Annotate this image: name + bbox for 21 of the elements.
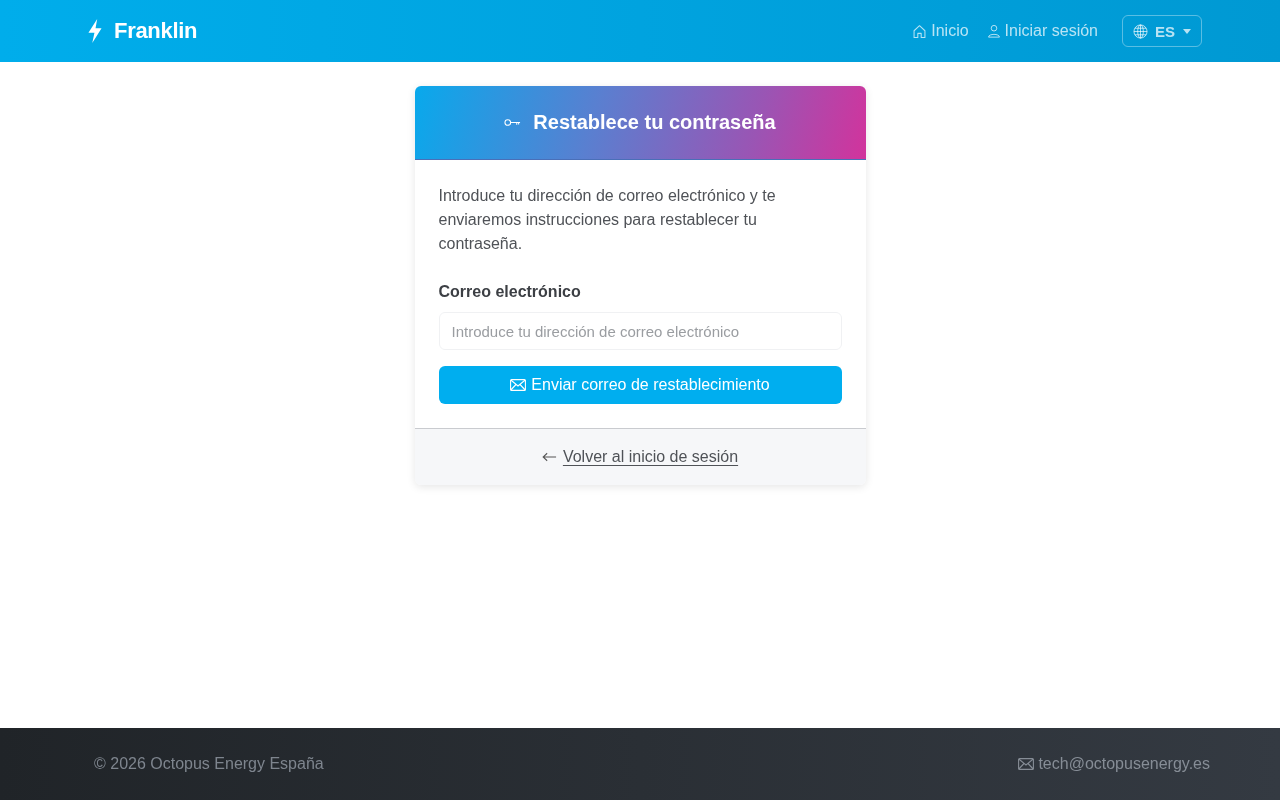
globe-icon xyxy=(1133,23,1148,39)
copyright-text: © 2026 Octopus Energy España xyxy=(94,755,324,773)
lightning-bolt-icon xyxy=(86,19,104,43)
send-reset-email-button[interactable]: Enviar correo de restablecimiento xyxy=(438,366,842,404)
back-to-login-link[interactable]: Volver al inicio de sesión xyxy=(562,448,739,466)
brand-name[interactable]: Franklin xyxy=(114,18,198,44)
house-icon xyxy=(912,23,928,39)
left-arrow-icon xyxy=(541,452,557,462)
caret-down-icon xyxy=(1183,28,1191,34)
card-title: Restablece tu contraseña xyxy=(533,111,776,134)
person-icon xyxy=(986,24,1001,38)
envelope-icon xyxy=(1018,758,1035,770)
home-link[interactable]: Inicio xyxy=(912,22,969,40)
contact-email-link[interactable]: tech@octopusenergy.es xyxy=(1018,755,1210,773)
login-link[interactable]: Iniciar sesión xyxy=(986,22,1098,40)
key-icon xyxy=(504,118,522,127)
email-input[interactable]: Introduce tu dirección de correo electrónico xyxy=(438,312,842,350)
envelope-icon xyxy=(510,379,527,391)
language-dropdown[interactable]: ES xyxy=(1122,15,1202,47)
intro-text: Introduce tu dirección de correo electrónico y te enviaremos instrucciones para restablecer tu contraseña. xyxy=(438,186,777,254)
email-label: Correo electrónico xyxy=(438,282,582,302)
